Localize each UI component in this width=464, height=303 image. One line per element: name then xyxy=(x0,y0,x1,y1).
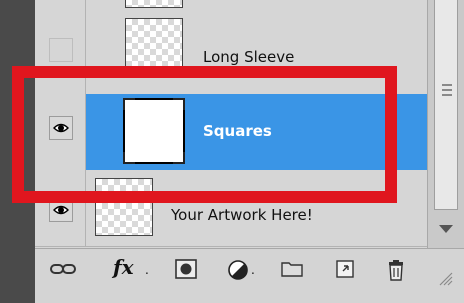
layer-thumbnail xyxy=(95,178,153,236)
layer-name: Your Artwork Here! xyxy=(171,206,313,224)
visibility-cell[interactable] xyxy=(35,0,86,10)
visibility-cell[interactable] xyxy=(35,170,86,246)
fx-icon[interactable]: fx xyxy=(113,255,134,279)
new-layer-icon[interactable] xyxy=(335,259,355,283)
new-group-icon[interactable] xyxy=(281,259,303,283)
layers-list: Long Sleeve Squares Your Artwork Here! xyxy=(35,0,427,248)
adjustment-dropdown-dot: . xyxy=(251,263,255,277)
layer-mask-icon[interactable] xyxy=(175,259,197,283)
layers-footer-toolbar: fx . . xyxy=(35,248,464,303)
fx-dropdown-dot: . xyxy=(145,263,149,277)
visibility-cell[interactable] xyxy=(35,94,86,170)
visibility-toggle[interactable] xyxy=(49,38,73,62)
layer-thumbnail xyxy=(125,0,183,8)
layer-name: Squares xyxy=(203,122,272,140)
visibility-toggle[interactable] xyxy=(49,198,73,222)
layer-row-long-sleeve[interactable]: Long Sleeve xyxy=(35,10,427,95)
layers-panel: Long Sleeve Squares Your Artwork Here! f… xyxy=(35,0,464,303)
adjustment-layer-icon[interactable] xyxy=(227,259,249,283)
layer-thumbnail xyxy=(125,18,183,76)
visibility-toggle[interactable] xyxy=(49,116,73,140)
scrollbar-thumb[interactable] xyxy=(434,0,458,210)
layer-row-your-artwork[interactable]: Your Artwork Here! xyxy=(35,170,427,247)
layer-name: Long Sleeve xyxy=(203,48,295,66)
eye-icon xyxy=(53,205,69,215)
trash-icon[interactable] xyxy=(387,259,405,283)
layer-row-squares[interactable]: Squares xyxy=(35,94,427,171)
link-layers-icon[interactable] xyxy=(49,259,77,283)
visibility-cell[interactable] xyxy=(35,10,86,94)
resize-grip-icon[interactable] xyxy=(439,271,453,295)
layer-thumbnail-selected xyxy=(123,98,185,164)
layers-scrollbar[interactable] xyxy=(427,0,464,248)
scroll-down-arrow-icon[interactable] xyxy=(439,225,453,233)
eye-icon xyxy=(53,123,69,133)
